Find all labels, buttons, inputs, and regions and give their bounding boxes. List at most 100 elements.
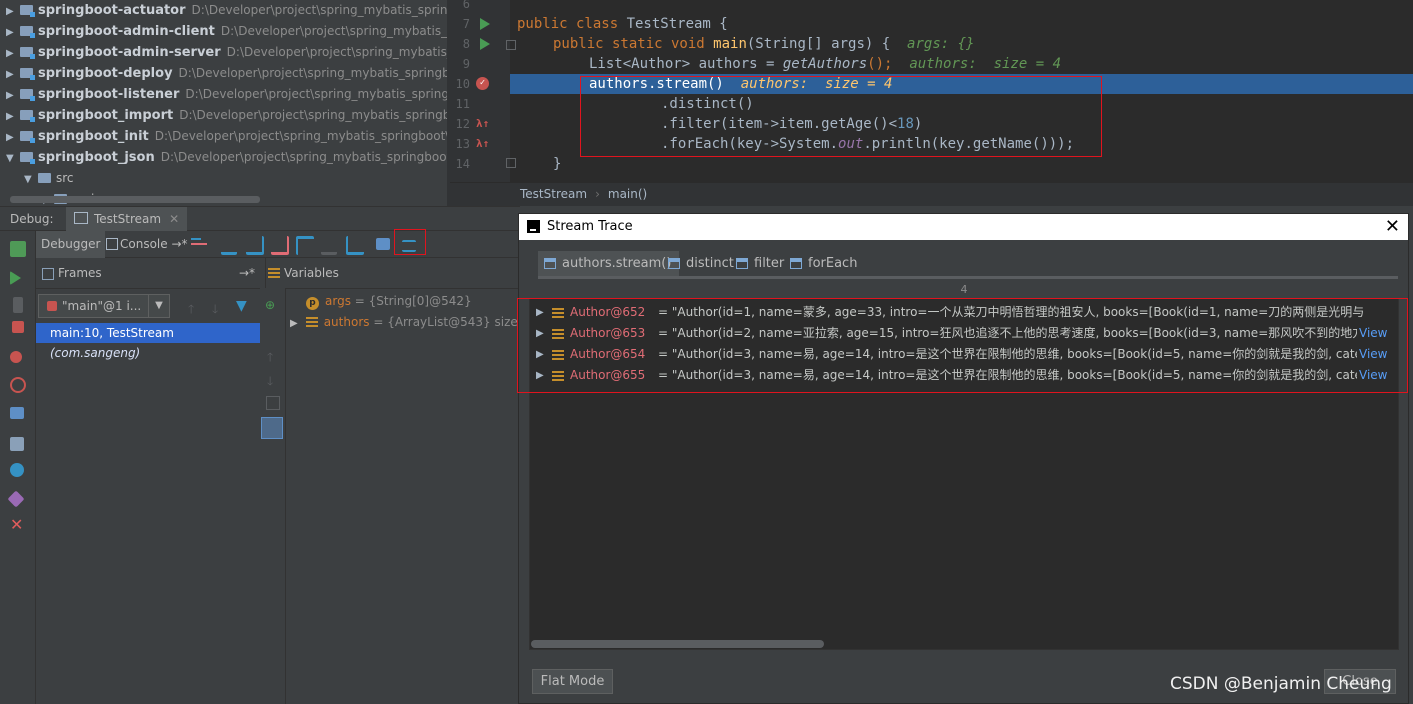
chevron-right-icon[interactable]: ▶: [290, 318, 298, 329]
chevron-right-icon[interactable]: ▶: [6, 43, 20, 64]
breadcrumb-item[interactable]: main(): [608, 187, 647, 201]
layout-icon[interactable]: [10, 437, 24, 451]
module-folder-icon: [20, 5, 35, 17]
move-down-icon[interactable]: 🡓: [267, 372, 273, 393]
breadcrumb-separator: ›: [595, 187, 600, 201]
dialog-titlebar[interactable]: Stream Trace ✕: [519, 214, 1408, 240]
run-icon[interactable]: [480, 18, 490, 30]
line-number: 10: [455, 77, 470, 91]
stop-icon[interactable]: [12, 321, 24, 333]
line-number: 6: [462, 0, 470, 11]
tree-folder-row[interactable]: ▼ src: [24, 168, 74, 189]
tree-module-row[interactable]: ▶ springboot-actuator D:\Developer\project…: [6, 0, 447, 21]
intellij-logo-icon: [527, 220, 540, 233]
line-number: 11: [455, 97, 470, 111]
step-into-icon[interactable]: [246, 236, 264, 255]
tree-module-row[interactable]: ▶ springboot_import D:\Developer\project\s…: [6, 105, 447, 126]
filter-icon[interactable]: ▼: [236, 298, 247, 314]
step-out-icon[interactable]: [296, 236, 314, 255]
evaluate-expression-icon[interactable]: [376, 238, 390, 250]
fold-icon[interactable]: [506, 158, 516, 168]
tab-debugger[interactable]: Debugger: [36, 231, 106, 258]
variable-row[interactable]: p args = {String[0]@542}: [306, 291, 472, 311]
move-up-icon[interactable]: 🡑: [267, 348, 273, 369]
folder-icon: [38, 173, 51, 183]
stack-frame-row[interactable]: main:10, TestStream (com.sangeng): [36, 323, 266, 360]
chevron-down-icon[interactable]: ▼: [6, 148, 20, 169]
variables-icon: [268, 268, 280, 278]
tree-module-row[interactable]: ▶ springboot-listener D:\Developer\project…: [6, 84, 447, 105]
code-editor[interactable]: 6 7 8 9 10 11 12 13 14 ✓ λ↑ λ↑ public cl…: [450, 0, 1413, 182]
thread-icon: [47, 301, 57, 311]
annotation-box: [580, 76, 1102, 157]
run-icon[interactable]: [480, 38, 490, 50]
mute-breakpoints-icon[interactable]: [10, 377, 26, 393]
frames-header: Frames →*: [36, 258, 265, 289]
watches-icon[interactable]: [261, 417, 283, 439]
project-tree: ▶ springboot-actuator D:\Developer\project…: [0, 0, 447, 206]
line-number: 7: [462, 17, 470, 31]
module-folder-icon: [20, 47, 35, 59]
new-watch-icon[interactable]: ⊕: [265, 298, 275, 312]
thread-select[interactable]: "main"@1 i... ▼: [38, 294, 170, 318]
tree-module-row[interactable]: ▶ springboot-admin-client D:\Developer\pro…: [6, 21, 447, 42]
variables-toolbar: ⊕ 🡑 🡓: [260, 288, 286, 704]
lambda-breakpoint-icon[interactable]: λ↑: [476, 118, 489, 130]
camera-icon[interactable]: [10, 407, 24, 419]
line-number: 12: [455, 117, 470, 131]
lambda-breakpoint-icon[interactable]: λ↑: [476, 138, 489, 150]
module-folder-icon: [20, 68, 35, 80]
pin-icon[interactable]: →*: [239, 258, 255, 288]
rerun-icon[interactable]: [10, 241, 26, 257]
chevron-down-icon[interactable]: ▼: [24, 169, 38, 190]
chevron-right-icon[interactable]: ▶: [6, 64, 20, 85]
debugger-toolbar: Debugger Console →*: [36, 231, 520, 258]
tree-module-row[interactable]: ▼ springboot_json D:\Developer\project\spr…: [6, 147, 447, 168]
stream-stage-tabs: authors.stream() distinct filter forEach: [538, 251, 1398, 276]
tab-foreach-stage[interactable]: forEach: [784, 251, 865, 276]
tree-module-row[interactable]: ▶ springboot-admin-server D:\Developer\pro…: [6, 42, 447, 63]
show-execution-point-icon[interactable]: [191, 236, 207, 252]
chevron-right-icon[interactable]: ▶: [6, 85, 20, 106]
copy-icon[interactable]: [266, 396, 280, 410]
flat-mode-button[interactable]: Flat Mode: [532, 669, 613, 694]
frames-icon: [42, 268, 54, 280]
code-line: public static void main(String[] args) {…: [553, 36, 975, 52]
tab-stream-stage[interactable]: authors.stream(): [538, 251, 680, 276]
chevron-right-icon[interactable]: ▶: [6, 106, 20, 127]
tree-scrollbar[interactable]: [10, 196, 260, 203]
module-folder-icon: [20, 131, 35, 143]
debug-label: Debug:: [10, 212, 54, 226]
element-count: 4: [960, 283, 968, 296]
drop-frame-icon[interactable]: [321, 236, 337, 255]
tab-filter-stage[interactable]: filter: [730, 251, 792, 276]
chevron-down-icon[interactable]: ▼: [148, 295, 169, 317]
tree-module-row[interactable]: ▶ springboot-deploy D:\Developer\project\s…: [6, 63, 447, 84]
gear-icon[interactable]: [10, 463, 24, 477]
line-number: 8: [462, 37, 470, 51]
code-line: List<Author> authors = getAuthors(); aut…: [589, 56, 1062, 72]
close-icon[interactable]: ✕: [169, 212, 179, 226]
chevron-right-icon[interactable]: ▶: [6, 127, 20, 148]
run-to-cursor-icon[interactable]: [346, 236, 364, 255]
frame-down-icon[interactable]: 🡓: [212, 300, 218, 321]
view-breakpoints-icon[interactable]: [10, 351, 22, 363]
variable-row[interactable]: ▶ authors = {ArrayList@543} size: [290, 312, 518, 332]
horizontal-scrollbar[interactable]: [531, 640, 824, 648]
debug-session-tab[interactable]: TestStream ✕: [66, 207, 188, 232]
module-folder-icon: [20, 110, 35, 122]
close-icon[interactable]: ✕: [10, 517, 26, 533]
fold-icon[interactable]: [506, 40, 516, 50]
force-step-into-icon[interactable]: [271, 236, 289, 255]
resume-icon[interactable]: [10, 271, 21, 285]
pin-icon[interactable]: [7, 490, 25, 508]
tree-module-row[interactable]: ▶ springboot_init D:\Developer\project\spr…: [6, 126, 447, 147]
step-over-icon[interactable]: [221, 236, 237, 255]
close-icon[interactable]: ✕: [1385, 214, 1400, 240]
breadcrumb-item[interactable]: TestStream: [520, 187, 587, 201]
frame-up-icon[interactable]: 🡑: [188, 300, 194, 321]
breakpoint-icon[interactable]: ✓: [476, 77, 489, 90]
chevron-right-icon[interactable]: ▶: [6, 22, 20, 43]
chevron-right-icon[interactable]: ▶: [6, 1, 20, 22]
pause-icon[interactable]: [13, 297, 23, 313]
